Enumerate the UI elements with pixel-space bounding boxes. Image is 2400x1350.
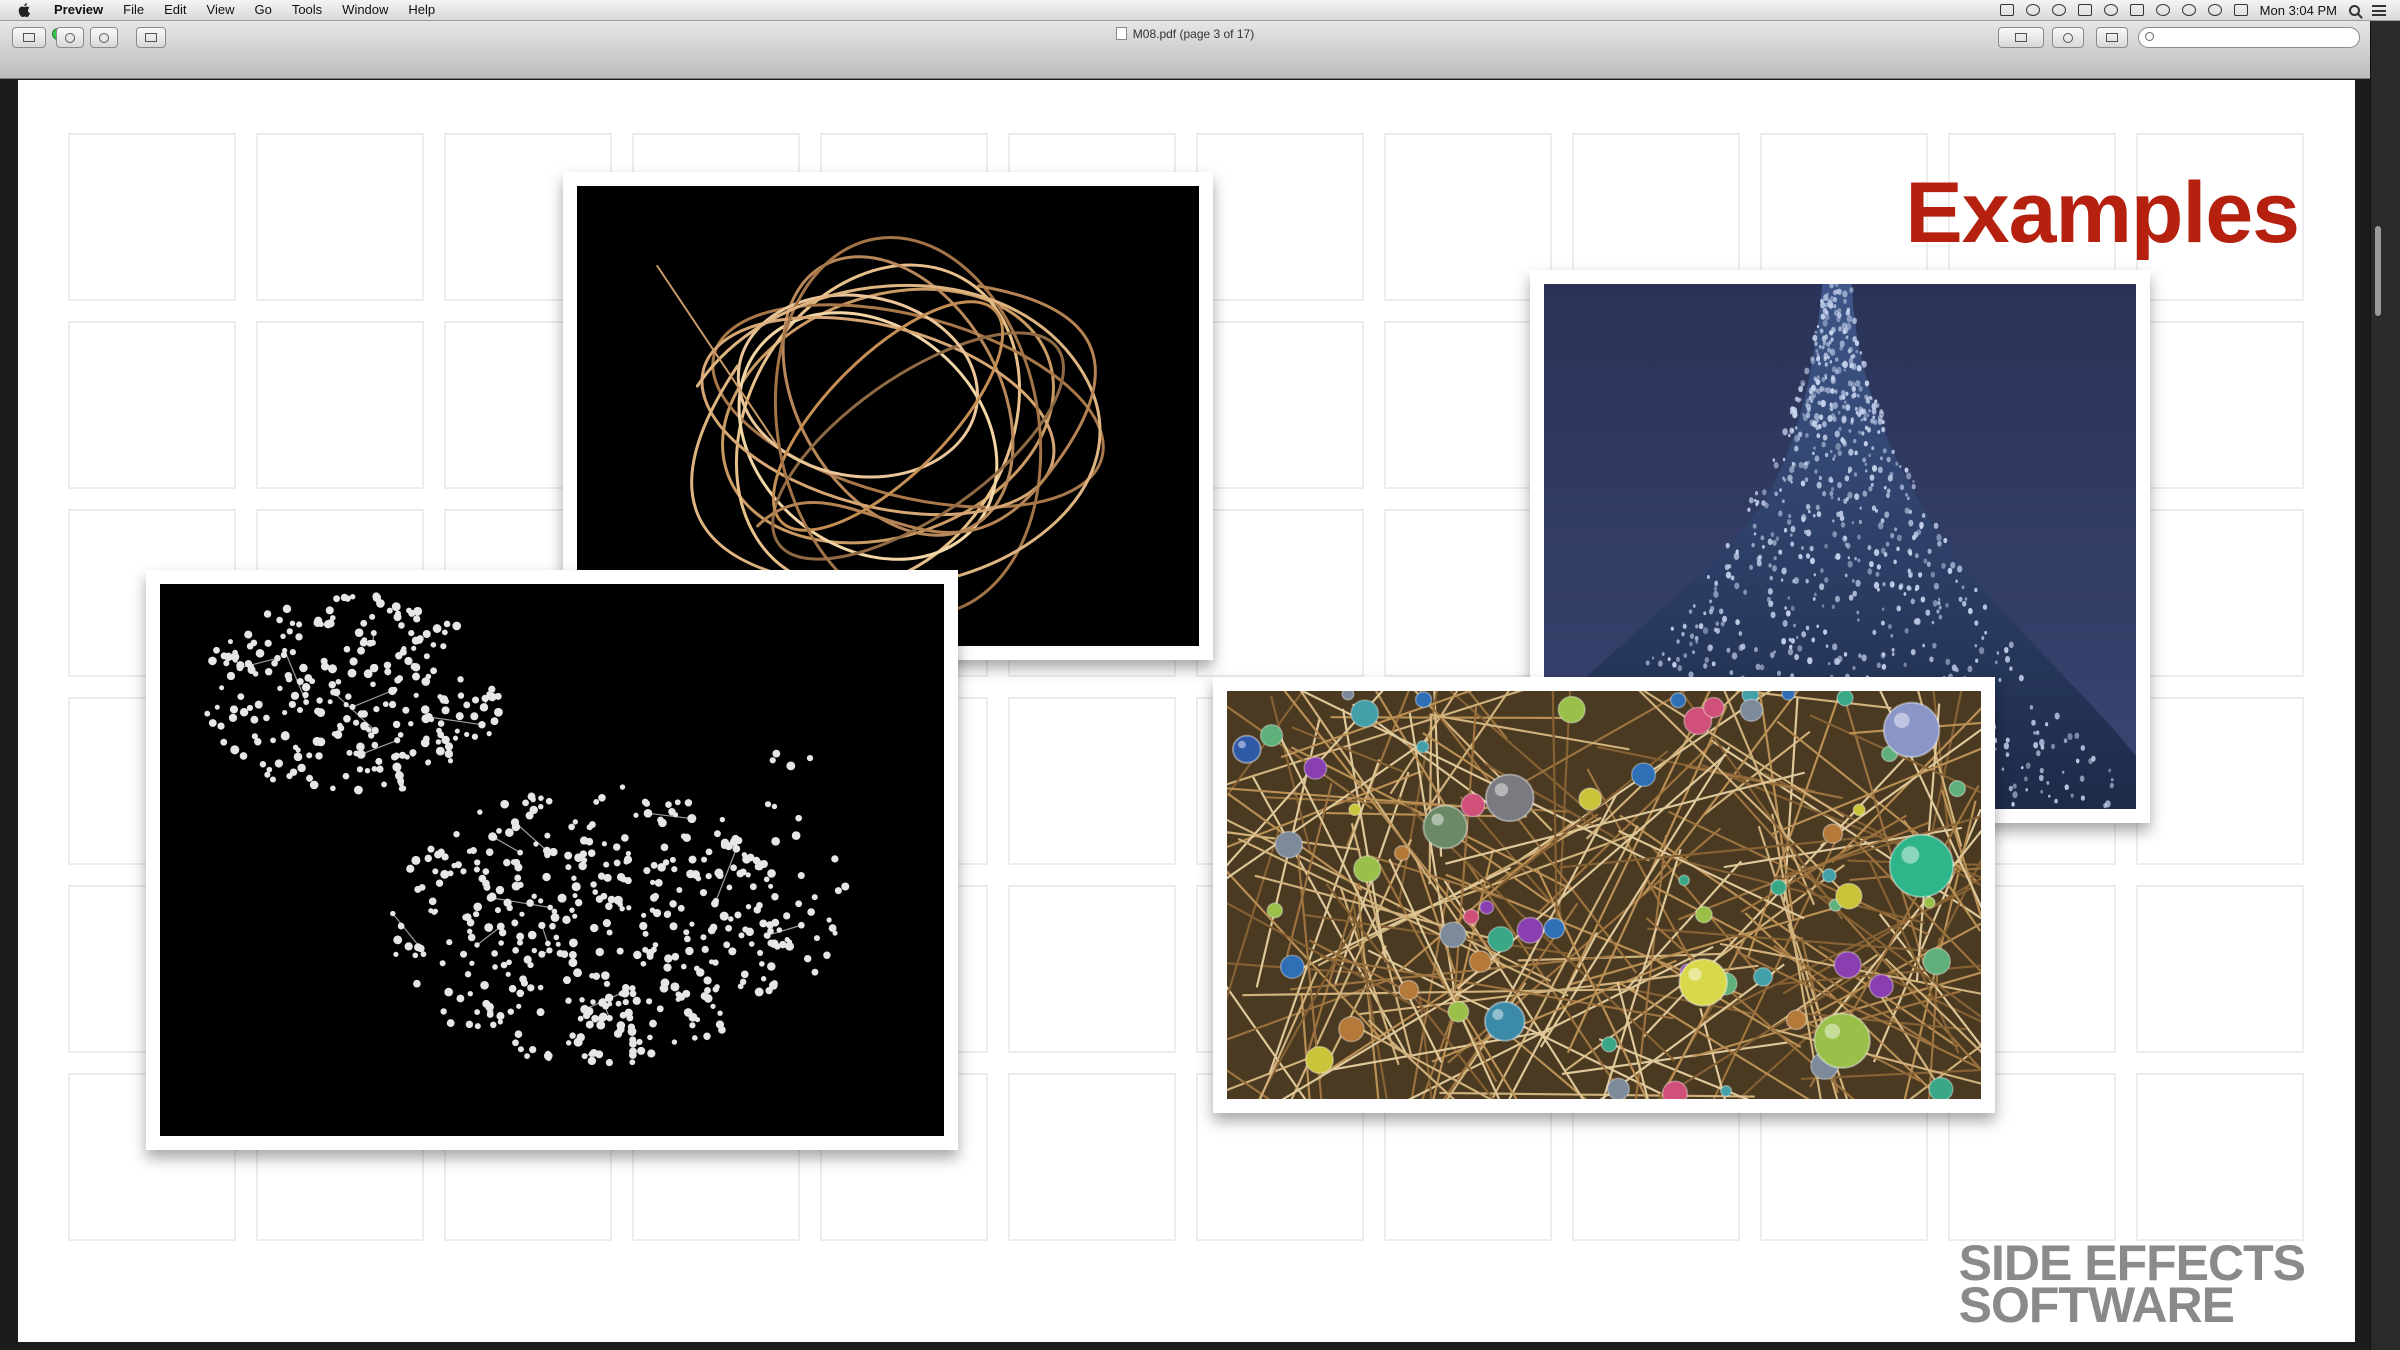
status-area: Mon 3:04 PM <box>1999 3 2400 18</box>
apple-menu-icon[interactable] <box>16 2 32 18</box>
notification-center-icon[interactable] <box>2372 4 2386 16</box>
menu-file[interactable]: File <box>113 0 154 20</box>
toolbox-icon <box>2106 33 2118 42</box>
menu-window[interactable]: Window <box>332 0 398 20</box>
grid-cell <box>1384 321 1552 489</box>
grid-cell <box>1384 133 1552 301</box>
slide-title: Examples <box>1905 165 2300 261</box>
rotate-icon <box>2063 32 2073 43</box>
node-network-photo <box>146 570 958 1150</box>
sidebar-icon <box>23 33 35 42</box>
spotlight-icon[interactable] <box>2349 4 2360 16</box>
grid-cell <box>2136 321 2304 489</box>
zoom-out-button[interactable] <box>56 27 84 48</box>
grid-cell <box>256 133 424 301</box>
search-input[interactable] <box>2138 27 2360 48</box>
share-button[interactable] <box>136 27 166 48</box>
camera-icon[interactable] <box>2077 4 2092 16</box>
display-icon[interactable] <box>2129 4 2144 16</box>
headphones-icon[interactable] <box>2051 4 2066 16</box>
grid-cell <box>2136 509 2304 677</box>
grid-cell <box>1196 321 1364 489</box>
menu-help[interactable]: Help <box>398 0 445 20</box>
dropbox-icon[interactable] <box>2103 4 2118 16</box>
menu-bar: Preview File Edit View Go Tools Window H… <box>0 0 2400 21</box>
grid-cell <box>1008 697 1176 865</box>
annotate-button[interactable] <box>1998 27 2044 48</box>
zoom-out-icon <box>65 32 75 43</box>
pencil-icon <box>2015 33 2027 42</box>
pdf-page: Examples SIDE EFFECTS SOFTWARE <box>18 80 2355 1342</box>
menu-view[interactable]: View <box>197 0 245 20</box>
menu-app-name[interactable]: Preview <box>44 0 113 20</box>
zoom-in-icon <box>99 32 109 43</box>
bluetooth-icon[interactable] <box>2181 4 2196 16</box>
pdf-document-icon <box>1115 27 1127 40</box>
sync-icon[interactable] <box>2025 4 2040 16</box>
grid-cell <box>2136 885 2304 1053</box>
colored-spheres-photo <box>1213 677 1995 1113</box>
grid-cell <box>2136 697 2304 865</box>
menu-go[interactable]: Go <box>244 0 281 20</box>
grid-cell <box>68 321 236 489</box>
grid-cell <box>1384 509 1552 677</box>
search-icon <box>2145 32 2154 41</box>
menubar-clock[interactable]: Mon 3:04 PM <box>2260 3 2337 18</box>
grid-cell <box>1196 133 1364 301</box>
wifi-icon[interactable] <box>2207 4 2222 16</box>
node-network-image <box>160 584 944 1136</box>
document-title-text: M08.pdf (page 3 of 17) <box>1132 27 1255 41</box>
screen-record-icon[interactable] <box>1999 4 2014 16</box>
colored-spheres-image <box>1227 691 1981 1099</box>
sidebar-view-button[interactable] <box>12 27 46 48</box>
grid-cell <box>1008 1073 1176 1241</box>
grid-cell <box>1008 885 1176 1053</box>
share-icon <box>145 33 157 42</box>
grid-cell <box>1196 509 1364 677</box>
time-machine-icon[interactable] <box>2155 4 2170 16</box>
right-edge-panel <box>2370 21 2400 1350</box>
grid-cell <box>256 321 424 489</box>
zoom-in-button[interactable] <box>90 27 118 48</box>
side-effects-logo: SIDE EFFECTS SOFTWARE <box>1959 1238 2306 1330</box>
vertical-scrollbar[interactable] <box>2375 226 2381 316</box>
menu-edit[interactable]: Edit <box>154 0 196 20</box>
volume-icon[interactable] <box>2233 4 2248 16</box>
edit-toolbar-button[interactable] <box>2096 27 2128 48</box>
rotate-button[interactable] <box>2052 27 2084 48</box>
menu-tools[interactable]: Tools <box>282 0 332 20</box>
grid-cell <box>2136 1073 2304 1241</box>
grid-cell <box>68 133 236 301</box>
